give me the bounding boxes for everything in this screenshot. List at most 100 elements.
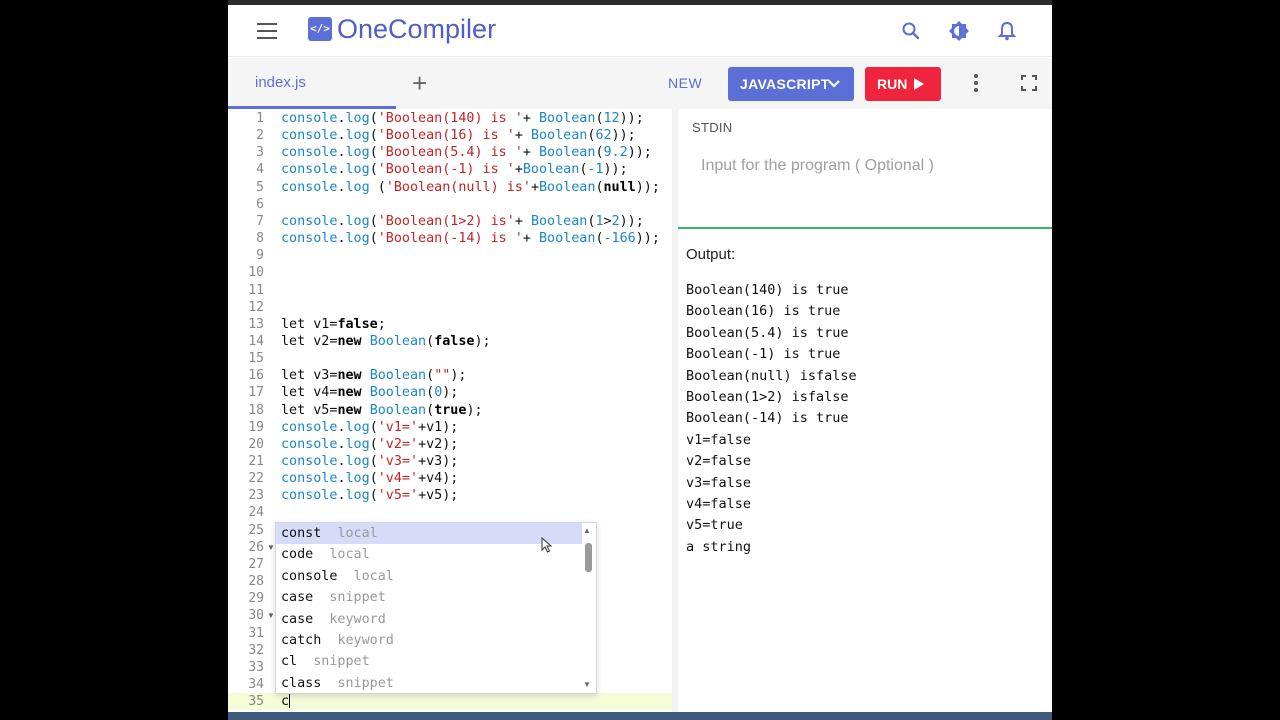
- code-line[interactable]: 15: [228, 350, 672, 367]
- line-number: 18: [248, 402, 264, 418]
- line-number: 23: [248, 488, 264, 504]
- output-line: v1=false: [686, 431, 752, 448]
- code-line[interactable]: 11: [228, 282, 672, 299]
- code-token: 'Boolean(-1) is ': [377, 162, 515, 178]
- autocomplete-scrollbar[interactable]: [585, 543, 592, 572]
- code-line[interactable]: 18 let v5=new Boolean(true);: [228, 402, 672, 419]
- code-line[interactable]: 24: [228, 504, 672, 521]
- code-line[interactable]: 4 console.log('Boolean(-1) is '+Boolean(-…: [228, 161, 672, 178]
- code-token: console: [281, 162, 338, 178]
- line-number: 32: [248, 642, 264, 658]
- code-token: ));: [619, 213, 644, 229]
- code-token: log: [345, 179, 370, 195]
- fold-toggle-icon[interactable]: ▼: [267, 539, 275, 556]
- line-number: 20: [248, 436, 264, 452]
- code-line[interactable]: 35 c: [228, 693, 672, 711]
- code-line[interactable]: 17 let v4=new Boolean(0);: [228, 384, 672, 401]
- output-line: Boolean(1>2) isfalse: [686, 389, 849, 405]
- code-token: log: [345, 213, 370, 229]
- code-token: 'Boolean(1>2) is': [377, 213, 515, 229]
- code-line[interactable]: 16 let v3=new Boolean("");: [228, 367, 672, 384]
- code-token: 1: [595, 213, 604, 229]
- code-line[interactable]: 10: [228, 264, 672, 281]
- autocomplete-item[interactable]: console local: [276, 566, 582, 587]
- code-token: console: [281, 128, 338, 144]
- output-label: Output:: [686, 246, 736, 263]
- code-token: let v4=: [281, 385, 338, 401]
- run-button[interactable]: RUN: [865, 67, 941, 101]
- code-token: false: [434, 333, 475, 349]
- code-token: (: [426, 368, 435, 384]
- code-line[interactable]: 2 console.log('Boolean(16) is '+ Boolean(…: [228, 127, 672, 144]
- code-line[interactable]: 20 console.log('v2='+v2);: [228, 436, 672, 453]
- code-line[interactable]: 12: [228, 299, 672, 316]
- chevron-down-icon: [828, 80, 840, 88]
- code-token: .: [337, 111, 346, 126]
- code-token: .: [337, 231, 346, 247]
- menu-icon[interactable]: [257, 23, 277, 39]
- code-line[interactable]: 7 console.log('Boolean(1>2) is'+ Boolean(…: [228, 213, 672, 230]
- line-number: 7: [256, 213, 264, 229]
- search-icon[interactable]: [900, 20, 922, 42]
- code-token: ));: [611, 128, 636, 144]
- code-token: Boolean: [539, 111, 596, 126]
- code-line[interactable]: 5 console.log ('Boolean(null) is'+Boolean…: [228, 179, 672, 196]
- code-token: (: [369, 488, 378, 504]
- suggestion-label: class: [281, 675, 322, 691]
- toolbar: index.js + NEW JAVASCRIPT RUN: [228, 58, 1052, 109]
- stdin-label: STDIN: [692, 120, 733, 135]
- fullscreen-icon[interactable]: [1021, 75, 1037, 91]
- language-select-button[interactable]: JAVASCRIPT: [728, 67, 854, 101]
- code-line[interactable]: 1 console.log('Boolean(140) is '+ Boolean…: [228, 110, 672, 127]
- suggestion-kind: local: [329, 547, 370, 563]
- new-button[interactable]: NEW: [668, 75, 702, 91]
- code-text: let v4=new Boolean(0);: [281, 384, 458, 401]
- autocomplete-item[interactable]: case snippet: [276, 587, 582, 608]
- theme-toggle-icon[interactable]: [948, 20, 970, 42]
- code-line[interactable]: 21 console.log('v3='+v3);: [228, 453, 672, 470]
- code-token: .: [337, 454, 346, 469]
- code-token: Boolean: [369, 385, 427, 401]
- code-token: Boolean: [539, 231, 596, 247]
- code-line[interactable]: 19 console.log('v1='+v1);: [228, 419, 672, 436]
- code-line[interactable]: 13 let v1=false;: [228, 316, 672, 333]
- code-line[interactable]: 22 console.log('v4='+v4);: [228, 470, 672, 487]
- suggestion-kind: snippet: [337, 675, 394, 691]
- line-number: 13: [248, 316, 264, 332]
- autocomplete-item[interactable]: case keyword: [276, 609, 582, 630]
- code-token: console: [281, 419, 338, 435]
- more-options-icon[interactable]: [973, 74, 979, 94]
- autocomplete-item[interactable]: class snippet: [276, 673, 582, 693]
- add-file-button[interactable]: +: [412, 70, 427, 96]
- suggestion-label: const: [281, 526, 322, 541]
- code-token: console: [281, 454, 338, 469]
- code-token: ;: [377, 316, 386, 332]
- fold-toggle-icon[interactable]: ▼: [267, 607, 275, 624]
- code-line[interactable]: 23 console.log('v5='+v5);: [228, 487, 672, 504]
- code-token: +: [522, 111, 539, 126]
- code-line[interactable]: 6: [228, 196, 672, 213]
- code-line[interactable]: 3 console.log('Boolean(5.4) is '+ Boolean…: [228, 144, 672, 161]
- code-line[interactable]: 8 console.log('Boolean(-14) is '+ Boolean…: [228, 230, 672, 247]
- code-token: ));: [627, 145, 652, 161]
- app-title[interactable]: OneCompiler: [337, 14, 496, 45]
- code-line[interactable]: 9: [228, 247, 672, 264]
- code-token: +: [514, 213, 531, 229]
- stdin-input[interactable]: [692, 147, 1042, 185]
- autocomplete-item[interactable]: catch keyword: [276, 630, 582, 651]
- tab-label: index.js: [255, 74, 306, 91]
- code-token: log: [345, 111, 370, 126]
- code-line[interactable]: 14 let v2=new Boolean(false);: [228, 333, 672, 350]
- scroll-down-icon[interactable]: ▼: [583, 680, 591, 689]
- bell-icon[interactable]: [996, 20, 1018, 42]
- autocomplete-item[interactable]: cl snippet: [276, 651, 582, 672]
- autocomplete-item[interactable]: code local: [276, 544, 582, 565]
- code-token: 'v5=': [377, 488, 419, 504]
- code-token: Boolean: [530, 128, 588, 144]
- scroll-up-icon[interactable]: ▲: [583, 526, 591, 535]
- tab-index-js[interactable]: index.js: [228, 58, 396, 109]
- code-editor[interactable]: 1 console.log('Boolean(140) is '+ Boolean…: [228, 109, 672, 712]
- code-token: (: [369, 471, 378, 487]
- autocomplete-item[interactable]: const local: [276, 523, 582, 545]
